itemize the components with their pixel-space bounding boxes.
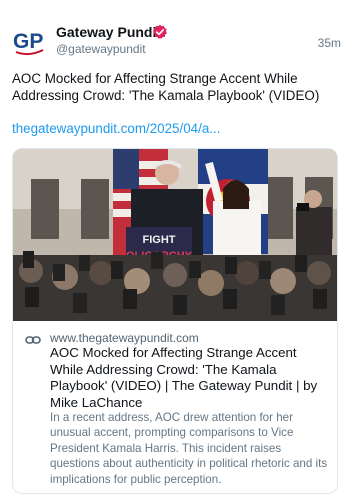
gateway-pundit-logo: GP [12,24,46,58]
rally-photo: FIGHT OLIGARCHY [13,149,337,321]
card-domain[interactable]: www.thegatewaypundit.com [50,331,199,345]
display-name[interactable]: Gateway Pundit [56,24,161,40]
link-icon [25,333,41,347]
card-title[interactable]: AOC Mocked for Affecting Strange Accent … [50,345,330,411]
link-preview-card[interactable]: FIGHT OLIGARCHY [12,148,338,494]
post[interactable]: GP Gateway Pundit @gatewaypundit 35m AOC… [0,0,351,500]
card-description: In a recent address, AOC drew attention … [50,411,328,486]
avatar[interactable]: GP [12,24,46,58]
sign-text-line1: FIGHT [143,234,176,246]
timestamp[interactable]: 35m [318,36,341,50]
avatar-logo-text: GP [13,30,43,53]
verified-badge-icon [152,24,168,40]
card-image[interactable]: FIGHT OLIGARCHY [13,149,337,321]
handle[interactable]: @gatewaypundit [56,42,146,56]
post-text: AOC Mocked for Affecting Strange Accent … [12,71,320,103]
post-link[interactable]: thegatewaypundit.com/2025/04/a... [12,121,338,136]
